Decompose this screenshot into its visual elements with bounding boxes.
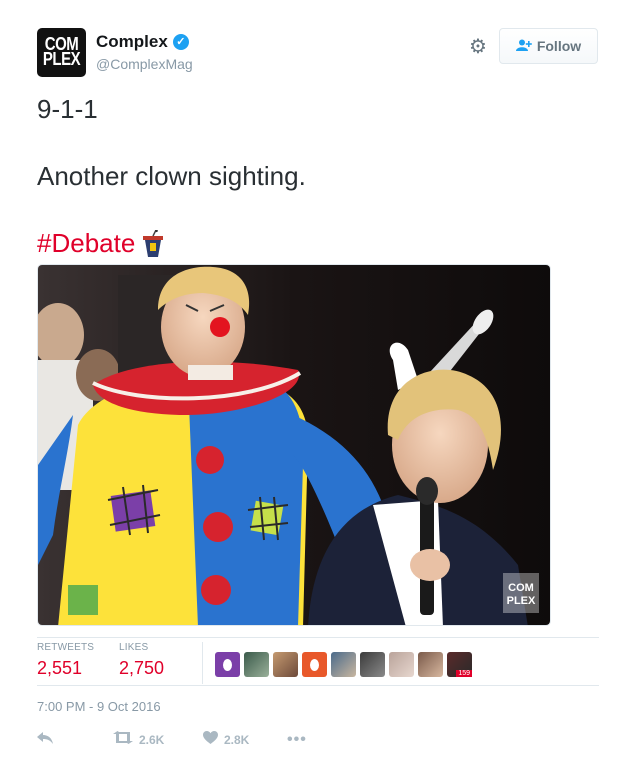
author-avatar[interactable]: COM PLEX [37,28,86,77]
tweet-stats: RETWEETS 2,551 LIKES 2,750 159 [37,642,599,684]
hashtag-line: #Debate [37,226,597,260]
retweets-label: RETWEETS [37,642,95,653]
liker-avatar[interactable] [418,652,443,677]
hashtag-debate[interactable]: #Debate [37,226,135,260]
verified-badge-icon: ✓ [172,34,189,50]
liker-avatar[interactable]: 159 [447,652,472,677]
retweet-count: 2.6K [139,733,165,747]
add-user-icon [515,39,532,54]
watermark-line2: PLEX [507,595,536,607]
tweet-text: 9-1-1 Another clown sighting. #Debate [37,92,597,260]
liker-avatar[interactable] [244,652,269,677]
follow-button[interactable]: Follow [499,28,598,64]
retweet-button[interactable]: 2.6K [113,731,203,749]
tweet-line-2: Another clown sighting. [37,161,306,191]
like-button[interactable]: 2.8K [203,731,287,749]
podium-icon [141,229,164,257]
likes-label: LIKES [119,642,149,653]
likes-stat[interactable]: LIKES 2,750 [119,642,164,679]
like-count: 2.8K [224,733,250,747]
display-name-text: Complex [96,32,168,51]
liker-avatar[interactable] [360,652,385,677]
watermark-line1: COM [508,582,534,594]
tweet-timestamp[interactable]: 7:00 PM - 9 Oct 2016 [37,699,161,714]
retweets-stat[interactable]: RETWEETS 2,551 [37,642,94,679]
more-icon: ••• [287,731,307,748]
heart-icon [203,731,218,749]
divider-bottom [37,685,599,686]
tweet-actions: 2.6K 2.8K ••• [37,730,307,750]
liker-avatar[interactable] [389,652,414,677]
stats-separator [202,642,203,684]
likers-avatars: 159 [215,652,472,677]
retweet-icon [113,731,133,749]
liker-avatar[interactable] [215,652,240,677]
liker-avatar[interactable] [331,652,356,677]
more-button[interactable]: ••• [287,731,307,749]
reply-button[interactable] [37,731,113,749]
liker-badge: 159 [456,670,472,677]
author-names[interactable]: Complex ✓ @ComplexMag [96,32,193,72]
follow-label: Follow [536,38,582,54]
reply-icon [37,731,53,749]
divider-top [37,637,599,638]
liker-avatar[interactable] [273,652,298,677]
author-handle[interactable]: @ComplexMag [96,56,193,72]
author-display-name[interactable]: Complex ✓ [96,32,189,52]
tweet-photo[interactable]: COM PLEX [37,264,551,626]
tweet-line-1: 9-1-1 [37,94,98,124]
likes-value: 2,750 [119,658,165,678]
liker-avatar[interactable] [302,652,327,677]
avatar-text-line2: PLEX [42,49,81,70]
debate-clown-image: COM PLEX [38,265,550,625]
gear-icon[interactable]: ⚙ [467,36,489,58]
retweets-value: 2,551 [37,658,83,678]
tweet-header: COM PLEX Complex ✓ @ComplexMag ⚙ Follow [37,28,599,78]
